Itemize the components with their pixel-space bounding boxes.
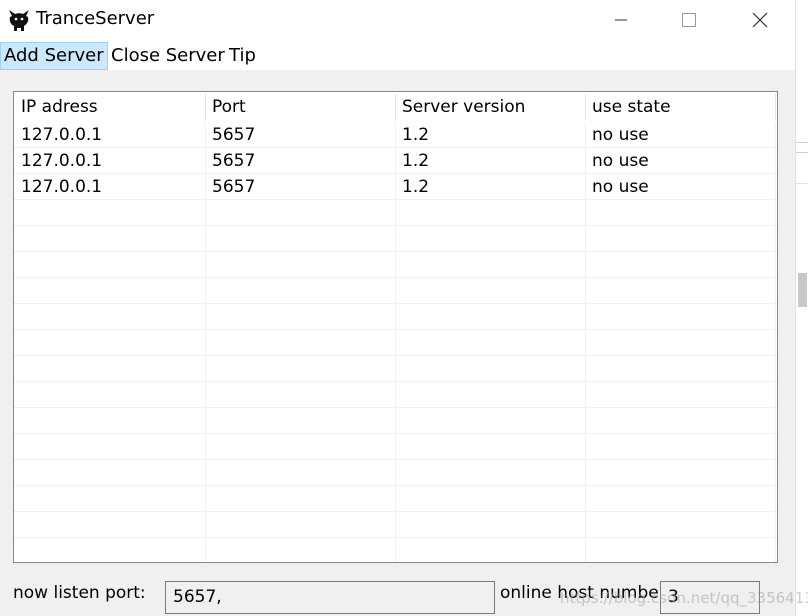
cell-version: 1.2: [402, 151, 430, 171]
cell-version: 1.2: [402, 125, 430, 145]
close-button[interactable]: [737, 0, 783, 40]
empty-table-row: [14, 356, 777, 382]
empty-table-row: [14, 226, 777, 252]
server-table[interactable]: IP adress Port Server version use state …: [13, 91, 778, 563]
empty-table-row: [14, 512, 777, 538]
column-header-port[interactable]: Port: [205, 92, 395, 122]
empty-table-row: [14, 486, 777, 512]
background-scrollbar-thumb: [798, 273, 807, 307]
column-header-version[interactable]: Server version: [395, 92, 585, 122]
watermark: https://blog.csdn.net/qq_33564134: [560, 589, 808, 607]
table-header: IP adress Port Server version use state: [14, 92, 777, 122]
menu-add-server[interactable]: Add Server: [0, 42, 108, 70]
column-header-ip[interactable]: IP adress: [14, 92, 205, 122]
title-bar[interactable]: TranceServer: [0, 0, 795, 40]
cell-state: no use: [592, 125, 649, 145]
empty-table-row: [14, 382, 777, 408]
column-header-state[interactable]: use state: [585, 92, 775, 122]
empty-table-row: [14, 408, 777, 434]
menu-close-server[interactable]: Close Server: [108, 42, 228, 70]
table-row[interactable]: 127.0.0.1 5657 1.2 no use: [14, 148, 777, 174]
window-title: TranceServer: [36, 8, 155, 29]
empty-table-row: [14, 538, 777, 562]
cell-ip: 127.0.0.1: [21, 151, 103, 171]
close-icon: [752, 12, 768, 28]
cell-state: no use: [592, 177, 649, 197]
menu-bar: Add Server Close Server Tip: [0, 40, 795, 71]
cell-ip: 127.0.0.1: [21, 177, 103, 197]
table-row[interactable]: 127.0.0.1 5657 1.2 no use: [14, 122, 777, 148]
empty-table-row: [14, 330, 777, 356]
cell-port: 5657: [212, 151, 256, 171]
menu-tip[interactable]: Tip: [226, 42, 259, 70]
maximize-button[interactable]: [666, 0, 712, 40]
cell-port: 5657: [212, 125, 256, 145]
cell-state: no use: [592, 151, 649, 171]
cell-ip: 127.0.0.1: [21, 125, 103, 145]
empty-table-row: [14, 278, 777, 304]
table-body: 127.0.0.1 5657 1.2 no use 127.0.0.1 5657 1.2 no…: [14, 122, 777, 562]
empty-table-row: [14, 304, 777, 330]
listen-port-field[interactable]: 5657,: [165, 581, 495, 614]
maximize-icon: [682, 13, 696, 27]
empty-table-row: [14, 200, 777, 226]
app-window: TranceServer Add Server Close Server Tip: [0, 0, 808, 616]
wolf-icon: [6, 7, 32, 33]
minimize-icon: [615, 19, 627, 21]
table-row[interactable]: 127.0.0.1 5657 1.2 no use: [14, 174, 777, 200]
empty-table-row: [14, 252, 777, 278]
empty-table-row: [14, 460, 777, 486]
minimize-button[interactable]: [598, 0, 644, 40]
cell-port: 5657: [212, 177, 256, 197]
empty-table-row: [14, 434, 777, 460]
cell-version: 1.2: [402, 177, 430, 197]
listen-port-label: now listen port:: [13, 583, 146, 603]
background-window-edge: [795, 0, 808, 616]
